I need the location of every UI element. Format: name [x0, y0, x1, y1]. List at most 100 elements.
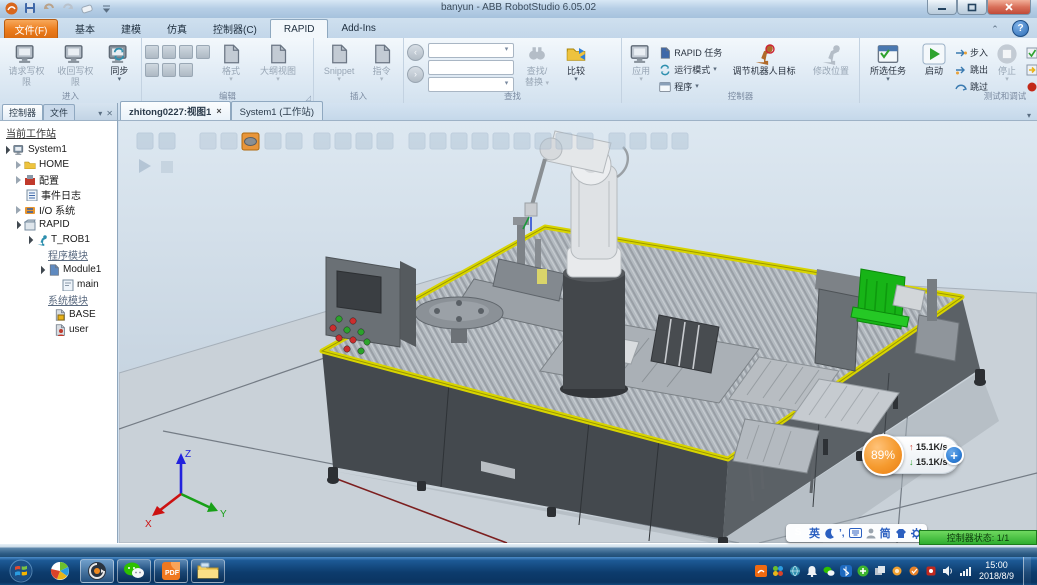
pane-tab-files[interactable]: 文件 — [43, 104, 75, 120]
navigate-forward-button[interactable]: › — [407, 66, 424, 83]
instruction-button[interactable]: 指令▾ — [363, 41, 400, 84]
tab-simulation[interactable]: 仿真 — [154, 19, 200, 38]
search-text-input[interactable] — [428, 60, 514, 75]
cut-icon[interactable] — [145, 63, 159, 77]
taskbar-wechat-icon[interactable] — [117, 559, 151, 583]
tab-list-dropdown-icon[interactable]: ▾ — [1027, 111, 1037, 120]
program-pointer-button[interactable]: 程序指针▾ — [1026, 62, 1037, 77]
ime-punctuation-icon[interactable]: ’, — [839, 528, 845, 539]
help-button[interactable]: ? — [1012, 20, 1029, 37]
maximize-button[interactable] — [957, 0, 987, 15]
outline-view-button[interactable]: 大纲视图▾ — [252, 41, 304, 84]
tree-item-user[interactable]: user — [0, 322, 117, 337]
tray-360-icon[interactable] — [772, 565, 784, 577]
tree-item-t-rob1[interactable]: T_ROB1 — [0, 232, 117, 247]
compare-button[interactable]: 比较▾ — [558, 41, 594, 84]
indent-decrease-icon[interactable] — [145, 45, 159, 59]
ime-simplified-mode[interactable]: 简 — [880, 525, 891, 541]
tree-item-system-modules[interactable]: 系统模块 — [0, 292, 117, 307]
tab-addins[interactable]: Add-Ins — [328, 19, 388, 38]
tab-close-icon[interactable]: × — [216, 106, 221, 116]
tray-network-globe-icon[interactable] — [789, 565, 801, 577]
format-outdent-icon[interactable] — [196, 45, 210, 59]
taskbar-foxit-pdf-icon[interactable]: PDF — [154, 559, 188, 583]
tray-volume-icon[interactable] — [942, 565, 954, 577]
show-desktop-button[interactable] — [1023, 557, 1031, 585]
synchronize-button[interactable]: 同步▾ — [101, 41, 138, 84]
expander-icon[interactable] — [14, 221, 22, 229]
check-program-button[interactable]: 检查程序 — [1026, 45, 1037, 60]
tree-item-home[interactable]: HOME — [0, 157, 117, 172]
find-replace-button[interactable]: 查找/ 替换 ▾ — [518, 41, 556, 89]
search-scope-combobox[interactable]: ▾ — [428, 43, 514, 58]
netspeed-percent-ball[interactable]: 89% — [862, 434, 904, 476]
close-button[interactable] — [987, 0, 1031, 15]
netspeed-widget[interactable]: 89% ↑ 15.1K/s ↓ 15.1K/s + — [862, 436, 960, 474]
tree-item-system1[interactable]: System1 — [0, 142, 117, 157]
expander-icon[interactable] — [26, 236, 34, 244]
tray-app1-icon[interactable] — [891, 565, 903, 577]
tray-notification-bell-icon[interactable] — [806, 565, 818, 577]
request-write-access-button[interactable]: 请求写权限 — [3, 41, 50, 89]
tree-item-io-system[interactable]: I/O 系统 — [0, 202, 117, 217]
copy-icon[interactable] — [162, 63, 176, 77]
collect-write-access-button[interactable]: 收回写权限 — [52, 41, 99, 89]
tray-windows-update-icon[interactable] — [874, 565, 886, 577]
tray-bluetooth-icon[interactable] — [840, 565, 852, 577]
rapid-tasks-button[interactable]: RAPID 任务 — [659, 45, 722, 60]
start-button[interactable]: 启动 — [915, 41, 953, 78]
paste-icon[interactable] — [179, 63, 193, 77]
tree-item-event-log[interactable]: 事件日志 — [0, 187, 117, 202]
ime-keyboard-icon[interactable] — [849, 528, 862, 538]
step-out-button[interactable]: 跳出 — [955, 62, 988, 77]
pane-close-icon[interactable]: ✕ — [106, 109, 113, 118]
tray-antivirus-shield-icon[interactable] — [857, 565, 869, 577]
taskbar-360-browser-icon[interactable] — [43, 559, 77, 583]
tray-network-signal-icon[interactable] — [959, 565, 971, 577]
tree-item-base[interactable]: BASE — [0, 307, 117, 322]
expander-icon[interactable] — [14, 206, 22, 214]
ime-fullmoon-icon[interactable] — [824, 528, 835, 539]
tray-sogou-icon[interactable] — [755, 565, 767, 577]
expander-icon[interactable] — [3, 146, 11, 154]
tab-view1[interactable]: zhitong0227:视图1 × — [120, 101, 231, 120]
tree-item-main[interactable]: main — [0, 277, 117, 292]
expander-icon[interactable] — [38, 266, 46, 274]
selected-tasks-button[interactable]: 所选任务▾ — [863, 41, 913, 84]
taskbar-clock[interactable]: 15:00 2018/8/9 — [979, 560, 1014, 582]
graphics-viewport[interactable]: Z Y X — [119, 121, 1037, 543]
expander-icon[interactable] — [14, 161, 22, 169]
indent-increase-icon[interactable] — [162, 45, 176, 59]
tree-item-program-modules[interactable]: 程序模块 — [0, 247, 117, 262]
tab-controller[interactable]: 控制器(C) — [200, 19, 270, 38]
modify-position-button[interactable]: 修改位置 — [806, 41, 856, 78]
tray-messenger-icon[interactable] — [823, 565, 835, 577]
tab-rapid[interactable]: RAPID — [270, 19, 329, 38]
ime-user-icon[interactable] — [866, 528, 876, 539]
taskbar-recorder-icon[interactable] — [80, 559, 114, 583]
format-button[interactable]: 格式▾ — [212, 41, 250, 84]
tab-station[interactable]: System1 (工作站) — [231, 101, 323, 120]
minimize-button[interactable] — [927, 0, 957, 15]
tree-item-module1[interactable]: Module1 — [0, 262, 117, 277]
current-station-header[interactable]: 当前工作站 — [0, 123, 117, 142]
ime-skin-icon[interactable] — [895, 528, 907, 539]
tab-modeling[interactable]: 建模 — [108, 19, 154, 38]
collapse-ribbon-button[interactable]: ⌃ — [986, 22, 1004, 36]
tray-app3-icon[interactable] — [925, 565, 937, 577]
pane-tab-controller[interactable]: 控制器 — [2, 104, 43, 120]
ime-english-mode[interactable]: 英 — [809, 525, 820, 541]
stop-button[interactable]: 停止▾ — [990, 41, 1024, 84]
tab-home[interactable]: 基本 — [62, 19, 108, 38]
apply-button[interactable]: 应用▾ — [625, 41, 657, 84]
pane-dock-icon[interactable]: ▾ — [98, 109, 102, 118]
run-mode-button[interactable]: 运行模式▾ — [659, 62, 722, 77]
format-indent-icon[interactable] — [179, 45, 193, 59]
tree-item-rapid[interactable]: RAPID — [0, 217, 117, 232]
tray-app2-icon[interactable] — [908, 565, 920, 577]
expander-icon[interactable] — [14, 176, 22, 184]
tree-item-configuration[interactable]: 配置 — [0, 172, 117, 187]
adjust-robtargets-button[interactable]: 调节机器人目标 — [724, 41, 804, 78]
viewport-stop-icon[interactable] — [161, 161, 173, 173]
tab-file[interactable]: 文件(F) — [4, 19, 58, 40]
